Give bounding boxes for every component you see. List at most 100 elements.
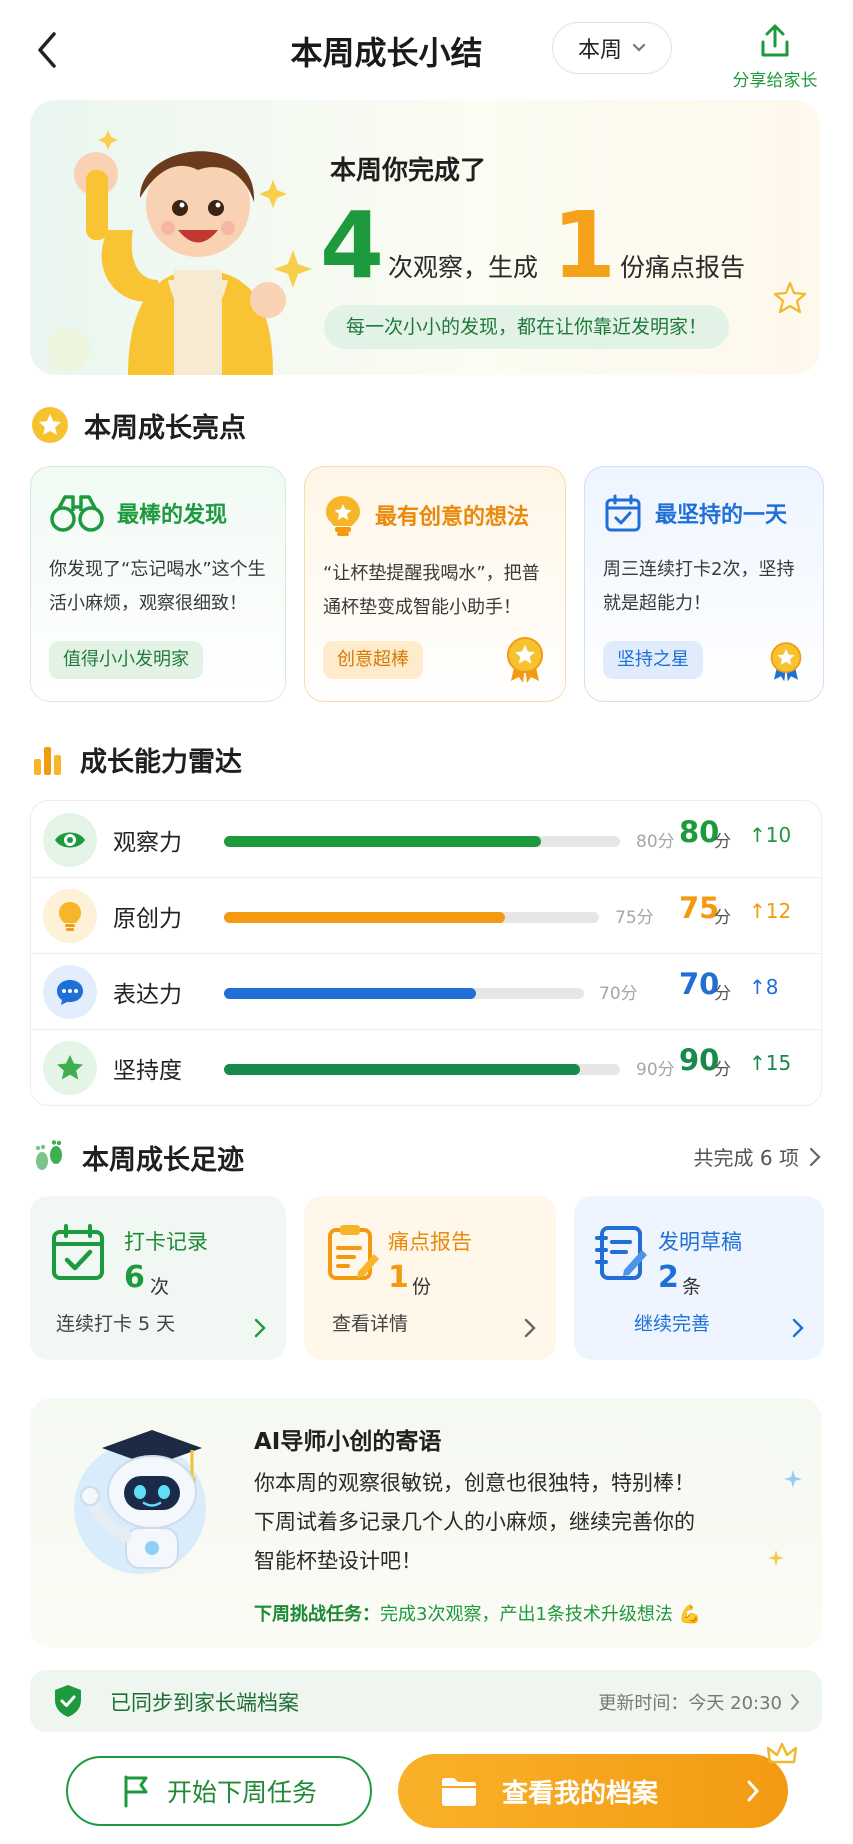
highlight-desc: “让杯垫提醒我喝水”，把普通杯垫变成智能小助手！ bbox=[323, 563, 540, 618]
sync-time-text: 更新时间：今天 20:30 bbox=[598, 1693, 782, 1714]
ability-bar bbox=[224, 912, 599, 923]
footprints-icon bbox=[35, 1139, 62, 1170]
ability-delta: ↑10 bbox=[749, 823, 791, 847]
ability-bar bbox=[224, 1064, 620, 1075]
footprints-total-link[interactable]: 共完成 6 项 bbox=[694, 1142, 821, 1171]
footprints-heading: 本周成长足迹 bbox=[30, 1138, 244, 1177]
ability-bar-fill bbox=[224, 836, 541, 847]
highlight-title: 最棒的发现 bbox=[117, 503, 228, 528]
chevron-right-icon bbox=[791, 1694, 800, 1710]
mentor-title: AI导师小创的寄语 bbox=[254, 1429, 442, 1455]
report-text: 份痛点报告 bbox=[620, 253, 746, 282]
ability-bar-fill bbox=[224, 912, 506, 923]
delta-value: 15 bbox=[765, 1051, 792, 1075]
ability-bar bbox=[224, 836, 620, 847]
mentor-message: 你本周的观察很敏锐，创意也很独特，特别棒！ 下周试着多记录几个人的小麻烦，继续完… bbox=[254, 1464, 774, 1581]
ability-unit: 分 bbox=[714, 984, 731, 1004]
footprint-card-pain-report[interactable]: 痛点报告 1 份 查看详情 bbox=[304, 1196, 556, 1360]
highlight-tag: 坚持之星 bbox=[603, 641, 703, 679]
highlight-tag: 值得小小发明家 bbox=[49, 641, 203, 679]
delta-value: 12 bbox=[765, 899, 792, 923]
hero-slogan: 每一次小小的发现，都在让你靠近发明家！ bbox=[324, 305, 730, 349]
kid-illustration bbox=[48, 130, 312, 375]
footprint-name: 痛点报告 bbox=[388, 1230, 472, 1254]
calendar-check-icon bbox=[52, 1224, 104, 1280]
ability-unit: 分 bbox=[714, 1060, 731, 1080]
ability-delta: ↑12 bbox=[749, 899, 791, 923]
challenge-label: 下周挑战任务： bbox=[254, 1604, 380, 1625]
arrow-up-icon: ↑ bbox=[749, 899, 766, 923]
period-select[interactable]: 本周 bbox=[552, 22, 672, 74]
footprint-foot: 继续完善 bbox=[634, 1313, 711, 1335]
crown-sparkle-icon bbox=[766, 1742, 798, 1764]
flag-icon bbox=[124, 1775, 148, 1808]
shield-check-icon bbox=[55, 1685, 81, 1717]
calendar-check-icon bbox=[605, 494, 641, 532]
next-week-challenge: 下周挑战任务：完成3次观察，产出1条技术升级想法 💪 bbox=[254, 1600, 701, 1626]
highlight-card-most-creative[interactable]: 最有创意的想法 “让杯垫提醒我喝水”，把普通杯垫变成智能小助手！ 创意超棒 bbox=[304, 466, 566, 702]
bar-chart-icon bbox=[34, 746, 61, 775]
chat-bubble-icon bbox=[43, 965, 97, 1019]
sparkle-icon bbox=[768, 1550, 784, 1566]
footprint-foot: 查看详情 bbox=[332, 1313, 409, 1335]
ability-label: 原创力 bbox=[113, 906, 182, 932]
ability-cap: 75分 bbox=[615, 908, 654, 928]
sync-status: 已同步到家长端档案 bbox=[110, 1691, 299, 1715]
ability-label: 表达力 bbox=[113, 982, 182, 1008]
ability-unit: 分 bbox=[714, 832, 731, 852]
ability-radar-list: 观察力 80分 80 分 ↑10 原创力 75分 75 分 ↑12 表达力 70… bbox=[30, 800, 822, 1106]
ability-delta: ↑15 bbox=[749, 1051, 791, 1075]
highlight-card-most-persistent[interactable]: 最坚持的一天 周三连续打卡2次，坚持就是超能力！ 坚持之星 bbox=[584, 466, 824, 702]
start-next-week-button[interactable]: 开始下周任务 bbox=[66, 1756, 372, 1826]
radar-title: 成长能力雷达 bbox=[80, 747, 242, 778]
footprint-card-invention-draft[interactable]: 发明草稿 2 条 继续完善 bbox=[574, 1196, 824, 1360]
ai-mentor-card: AI导师小创的寄语 你本周的观察很敏锐，创意也很独特，特别棒！ 下周试着多记录几… bbox=[30, 1398, 822, 1648]
highlights-heading: 本周成长亮点 bbox=[30, 405, 246, 445]
footprint-count: 6 bbox=[124, 1260, 145, 1295]
lightbulb-icon bbox=[326, 496, 360, 536]
ability-cap: 90分 bbox=[636, 1060, 675, 1080]
medal-icon bbox=[770, 642, 802, 682]
challenge-text: 完成3次观察，产出1条技术升级想法 💪 bbox=[380, 1604, 702, 1625]
star-icon bbox=[43, 1041, 97, 1095]
view-profile-button[interactable]: 查看我的档案 bbox=[398, 1754, 788, 1828]
mentor-line: 下周试着多记录几个人的小麻烦，继续完善你的 bbox=[254, 1510, 695, 1534]
share-icon bbox=[756, 22, 794, 60]
period-value: 本周 bbox=[577, 38, 622, 63]
chevron-right-icon bbox=[254, 1318, 266, 1338]
start-next-week-label: 开始下周任务 bbox=[166, 1778, 317, 1807]
chevron-right-icon bbox=[792, 1318, 804, 1338]
footprints-title: 本周成长足迹 bbox=[82, 1145, 244, 1176]
footprint-unit: 份 bbox=[412, 1276, 432, 1298]
highlight-title: 最坚持的一天 bbox=[655, 503, 788, 528]
ability-bar-fill bbox=[224, 1064, 581, 1075]
chevron-right-icon bbox=[809, 1147, 821, 1166]
ability-cap: 80分 bbox=[636, 832, 675, 852]
footprint-unit: 条 bbox=[682, 1276, 702, 1298]
share-to-parent-button[interactable]: 分享给家长 bbox=[720, 22, 830, 91]
footprint-name: 打卡记录 bbox=[124, 1230, 208, 1254]
mentor-line: 智能杯垫设计吧！ bbox=[254, 1549, 422, 1573]
clipboard-edit-icon bbox=[328, 1225, 379, 1280]
ability-row-observation: 观察力 80分 80 分 ↑10 bbox=[31, 801, 821, 878]
footprint-count: 2 bbox=[658, 1260, 679, 1295]
radar-heading: 成长能力雷达 bbox=[30, 740, 242, 779]
ability-label: 坚持度 bbox=[113, 1058, 182, 1084]
footprint-card-checkin[interactable]: 打卡记录 6 次 连续打卡 5 天 bbox=[30, 1196, 286, 1360]
view-profile-label: 查看我的档案 bbox=[502, 1778, 659, 1809]
highlight-card-best-discovery[interactable]: 最棒的发现 你发现了“忘记喝水”这个生活小麻烦，观察很细致！ 值得小小发明家 bbox=[30, 466, 286, 702]
ability-unit: 分 bbox=[714, 908, 731, 928]
highlight-desc: 周三连续打卡2次，坚持就是超能力！ bbox=[603, 559, 795, 614]
chevron-down-icon bbox=[632, 43, 646, 52]
arrow-up-icon: ↑ bbox=[749, 975, 766, 999]
observation-count: 4 bbox=[320, 192, 385, 299]
footprints-total: 共完成 6 项 bbox=[693, 1146, 799, 1170]
delta-value: 10 bbox=[765, 823, 792, 847]
binoculars-icon bbox=[50, 495, 104, 532]
delta-value: 8 bbox=[765, 975, 779, 999]
arrow-up-icon: ↑ bbox=[749, 823, 766, 847]
ability-row-persistence: 坚持度 90分 90 分 ↑15 bbox=[31, 1029, 821, 1105]
folder-icon bbox=[442, 1778, 476, 1806]
footprint-count: 1 bbox=[388, 1260, 409, 1295]
parent-sync-bar[interactable]: 已同步到家长端档案 更新时间：今天 20:30 bbox=[30, 1670, 822, 1732]
